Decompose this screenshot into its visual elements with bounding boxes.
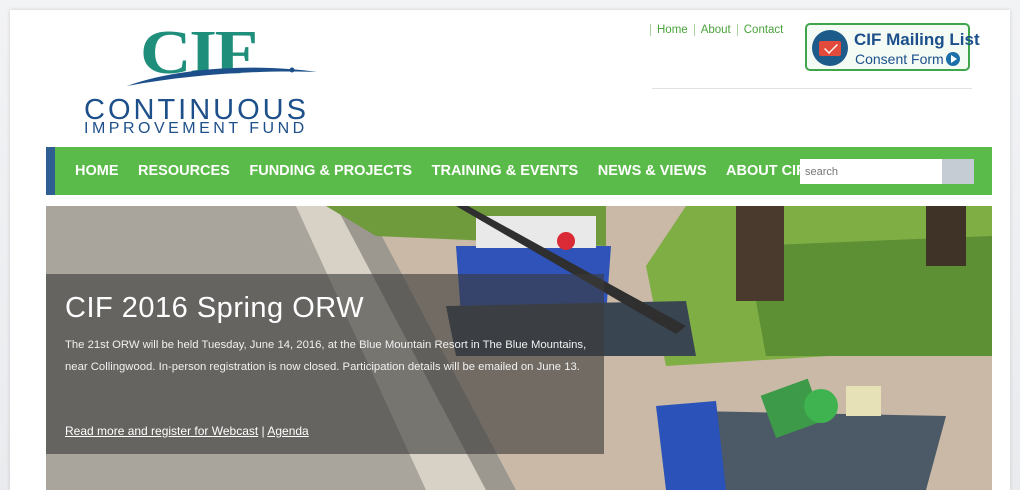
mailing-list-subtitle: Consent Form bbox=[855, 51, 960, 67]
top-link-contact[interactable]: Contact bbox=[736, 24, 790, 36]
envelope-icon bbox=[812, 30, 848, 66]
nav-items: HOME RESOURCES FUNDING & PROJECTS TRAINI… bbox=[75, 147, 824, 195]
consent-form-label: Consent Form bbox=[855, 51, 944, 67]
cif-logo[interactable]: CIF CONTINUOUS IMPROVEMENT FUND bbox=[82, 18, 342, 138]
nav-item-home[interactable]: HOME bbox=[75, 163, 119, 179]
top-link-home[interactable]: Home bbox=[650, 24, 694, 36]
read-more-link[interactable]: Read more and register for Webcast bbox=[65, 424, 258, 438]
page: CIF CONTINUOUS IMPROVEMENT FUND Home Abo… bbox=[10, 10, 1010, 490]
top-link-about[interactable]: About bbox=[693, 24, 737, 36]
logo-line-2: IMPROVEMENT FUND bbox=[84, 120, 308, 137]
link-separator: | bbox=[261, 424, 265, 438]
logo-swoosh-icon bbox=[127, 67, 317, 86]
hero-links: Read more and register for Webcast | Age… bbox=[65, 424, 309, 438]
mailing-list-button[interactable]: CIF Mailing List Consent Form bbox=[805, 23, 980, 71]
arrow-right-icon bbox=[945, 52, 960, 66]
nav-item-resources[interactable]: RESOURCES bbox=[138, 163, 230, 179]
mailing-list-title: CIF Mailing List bbox=[854, 30, 980, 49]
agenda-link[interactable]: Agenda bbox=[267, 424, 308, 438]
hero-body: The 21st ORW will be held Tuesday, June … bbox=[65, 339, 587, 373]
search-button[interactable] bbox=[942, 159, 974, 184]
nav-item-funding-projects[interactable]: FUNDING & PROJECTS bbox=[249, 163, 412, 179]
hero-slide[interactable]: CIF 2016 Spring ORW The 21st ORW will be… bbox=[46, 206, 992, 490]
hero-title: CIF 2016 Spring ORW bbox=[65, 292, 365, 324]
header-divider bbox=[652, 88, 972, 89]
nav-item-training-events[interactable]: TRAINING & EVENTS bbox=[432, 163, 579, 179]
hero-caption: CIF 2016 Spring ORW The 21st ORW will be… bbox=[46, 274, 604, 454]
nav-item-about-cif[interactable]: ABOUT CIF bbox=[726, 163, 805, 179]
top-links: Home About Contact bbox=[650, 24, 789, 36]
main-nav: HOME RESOURCES FUNDING & PROJECTS TRAINI… bbox=[46, 147, 992, 195]
search-input[interactable] bbox=[800, 159, 942, 184]
nav-item-news-views[interactable]: NEWS & VIEWS bbox=[598, 163, 707, 179]
